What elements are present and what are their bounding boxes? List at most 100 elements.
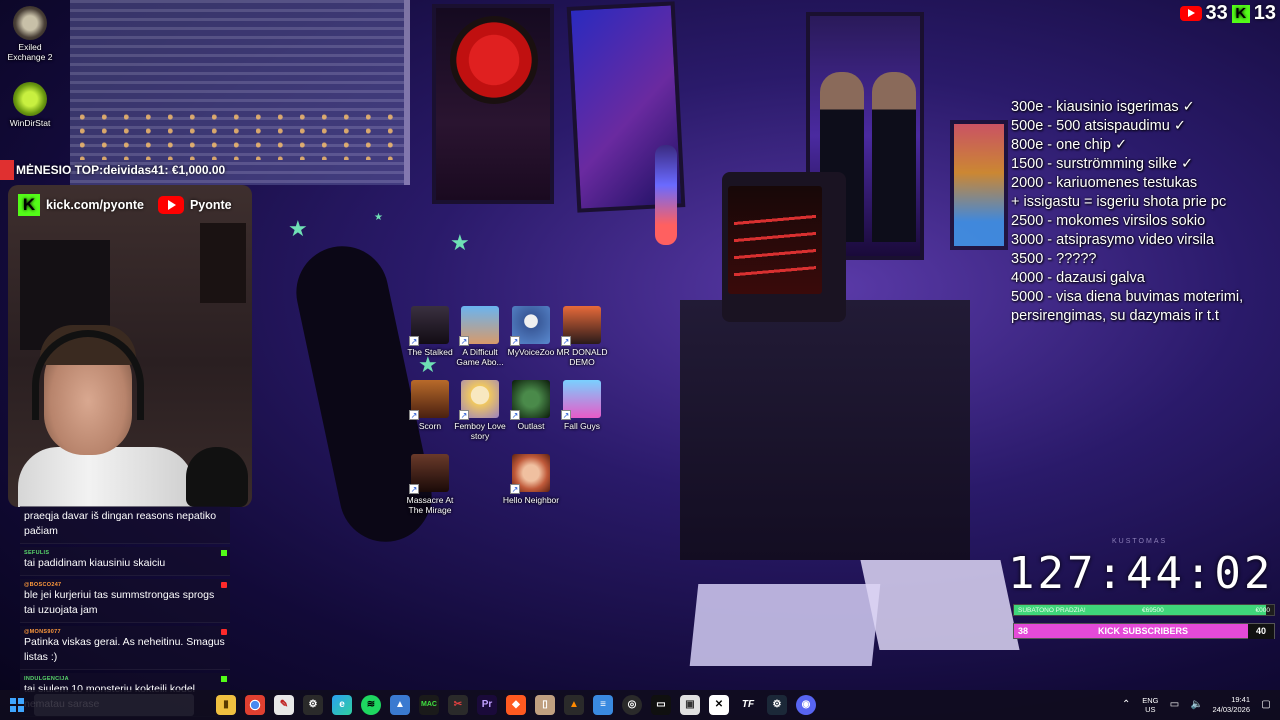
edge-icon[interactable]: e [332, 695, 352, 715]
taskbar-search-box[interactable] [34, 694, 194, 716]
subathon-progress-bar: SUBATONO PRADZIA! €69500 €000 [1013, 604, 1275, 616]
subathon-value: €69500 [1142, 607, 1164, 614]
windows-start-icon[interactable] [10, 698, 24, 712]
kick-badge-icon [221, 676, 227, 682]
desktop-icon-label: Outlast [517, 421, 545, 431]
kick-icon: K [1231, 4, 1250, 23]
volume-icon[interactable]: 🔈 [1190, 699, 1202, 711]
terminal-icon[interactable]: ▭ [651, 695, 671, 715]
window-icon[interactable]: ▣ [680, 695, 700, 715]
subathon-label: SUBATONO PRADZIA! [1018, 607, 1086, 614]
desktop-icon-label: Fall Guys [564, 421, 600, 431]
youtube-logo-icon [157, 196, 184, 214]
goal-item: 500e - 500 atsispaudimu ✓ [1011, 118, 1186, 134]
youtube-channel-label: Pyonte [189, 198, 232, 212]
city-lights [80, 110, 400, 160]
language-indicator[interactable]: ENG US [1142, 696, 1158, 714]
jurassic-park-logo [450, 16, 538, 104]
myvoicezoo-icon: ↗ [510, 306, 550, 346]
desktop-icon-hello-neighbor[interactable]: ↗ Hello Neighbor [502, 454, 560, 505]
difficult-game-icon: ↗ [459, 306, 499, 346]
chrome-icon[interactable] [245, 695, 265, 715]
youtube-icon [1179, 6, 1202, 21]
channel-bar: K kick.com/pyonte Pyonte [18, 190, 242, 220]
tool-icon[interactable]: ✎ [274, 695, 294, 715]
capcut-icon[interactable]: ✕ [709, 695, 729, 715]
desktop-icon-label: Massacre At The Mirage [406, 495, 454, 515]
chat-text: praeqja davar iš dingan reasons nepatiko… [24, 510, 217, 537]
desktop-icon-femboy-love-story[interactable]: ↗ Femboy Love story [451, 380, 509, 441]
chat-panel: praeqja davar iš dingan reasons nepatiko… [20, 506, 230, 720]
desktop-icon-myvoicezoo[interactable]: ↗ MyVoiceZoo [502, 306, 560, 357]
desktop-icon-outlast[interactable]: ↗ Outlast [502, 380, 560, 431]
youtube-count: 33 [1205, 2, 1228, 24]
chevron-up-icon[interactable]: ⌃ [1120, 699, 1132, 711]
app-icon[interactable]: ▯ [535, 695, 555, 715]
notepad-icon[interactable]: ≡ [593, 695, 613, 715]
desktop-icon-massacre-mirage[interactable]: ↗ Massacre At The Mirage [401, 454, 459, 515]
desktop-icon-difficult-game[interactable]: ↗ A Difficult Game Abo... [451, 306, 509, 367]
desktop-icon-label: MyVoiceZoo [507, 347, 555, 357]
language-code: ENG [1142, 696, 1159, 705]
kick-channel-label: kick.com/pyonte [46, 198, 144, 212]
premiere-icon[interactable]: Pr [477, 695, 497, 715]
spotify-icon[interactable]: ≋ [361, 695, 381, 715]
tf-icon[interactable]: TF [738, 695, 758, 715]
discord-icon[interactable]: ◉ [796, 695, 816, 715]
goal-item: 800e - one chip ✓ [1011, 137, 1128, 153]
mac-icon[interactable]: MAC [419, 695, 439, 715]
kick-subs-bar: 38 KICK SUBSCRIBERS 40 [1013, 623, 1275, 639]
scissors-icon[interactable]: ✂ [448, 695, 468, 715]
star-decal: ★ [450, 230, 470, 255]
webcam-frame [8, 185, 252, 507]
fall-guys-icon: ↗ [561, 380, 601, 420]
taskbar: ▮ ✎ ⚙ e ≋ ▲ MAC ✂ Pr ◆ ▯ ▲ ≡ ◎ ▭ ▣ ✕ TF … [0, 690, 1280, 720]
femboy-love-story-icon: ↗ [459, 380, 499, 420]
steam-icon[interactable]: ⚙ [303, 695, 323, 715]
network-icon[interactable]: ▭ [1168, 699, 1180, 711]
kick-badge-icon [221, 550, 227, 556]
desktop-icon-label: Femboy Love story [454, 421, 506, 441]
kustom-label: KUSTOMAS [1112, 538, 1168, 545]
vlc-icon[interactable]: ▲ [564, 695, 584, 715]
goal-item: 2000 - kariuomenes testukas [1011, 175, 1198, 191]
notifications-icon[interactable]: ▢ [1260, 699, 1272, 711]
photos-icon[interactable]: ▲ [390, 695, 410, 715]
chat-text: ble jei kurjeriui tas summstrongas sprog… [24, 589, 215, 616]
jurassic-park-poster [432, 4, 554, 204]
desktop-icon-label: MR DONALD DEMO [556, 347, 608, 367]
poster-figure [872, 72, 916, 242]
clock[interactable]: 19:41 24/03/2026 [1212, 695, 1250, 715]
brave-icon[interactable]: ◆ [506, 695, 526, 715]
windirstat-icon [13, 82, 47, 116]
lava-lamp [655, 145, 677, 245]
wall-poster [950, 120, 1008, 250]
goal-item: 4000 - dazausi galva [1011, 270, 1145, 286]
kick-subs-count: 38 [1018, 626, 1029, 636]
microphone-icon [186, 447, 248, 507]
steam2-icon[interactable]: ⚙ [767, 695, 787, 715]
clock-date: 24/03/2026 [1212, 705, 1250, 714]
desktop-icon-windirstat[interactable]: WinDirStat [0, 82, 60, 128]
subathon-goal: €000 [1255, 607, 1270, 614]
donation-goals-list: 300e - kiausinio isgerimas ✓ 500e - 500 … [1011, 98, 1279, 326]
kick-subs-goal: 40 [1248, 624, 1274, 639]
streamer-coat [18, 447, 194, 507]
chat-text: tai padidinam kiausiniu skaiciu [24, 557, 166, 569]
goal-item: + issigastu = isgeriu shota prie pc [1011, 194, 1227, 210]
webcam-background-frame [200, 223, 246, 303]
file-explorer-icon[interactable]: ▮ [216, 695, 236, 715]
exiled-exchange-icon [13, 6, 47, 40]
desktop-icon-label: A Difficult Game Abo... [456, 347, 504, 367]
desktop-icon-mr-donald[interactable]: ↗ MR DONALD DEMO [553, 306, 611, 367]
obs-icon[interactable]: ◎ [622, 695, 642, 715]
top-donor-text: MĖNESIO TOP:deividas41: €1,000.00 [16, 163, 226, 177]
goal-item: 300e - kiausinio isgerimas ✓ [1011, 99, 1195, 115]
kick-count: 13 [1253, 2, 1276, 24]
desktop-icon-fall-guys[interactable]: ↗ Fall Guys [553, 380, 611, 431]
desktop-icon-exiled-exchange[interactable]: Exiled Exchange 2 [0, 6, 60, 62]
chat-message: @MONS9077 Patinka viskas gerai. As nehei… [20, 626, 230, 670]
mr-donald-icon: ↗ [561, 306, 601, 346]
goal-item: 1500 - surströmming silke ✓ [1011, 156, 1194, 172]
chat-message: SEFULIS tai padidinam kiausiniu skaiciu [20, 547, 230, 576]
